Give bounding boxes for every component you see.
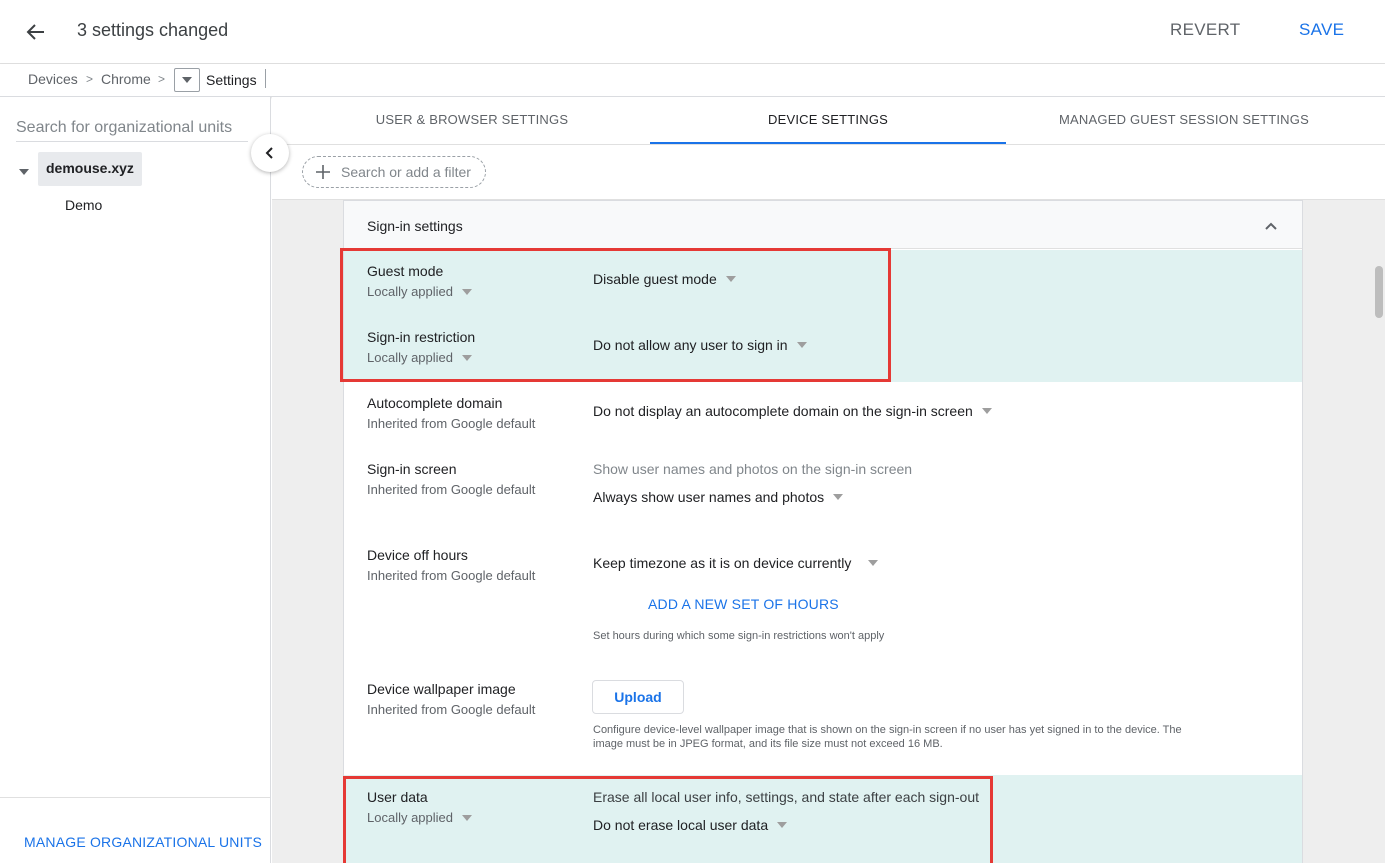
scrollbar-thumb[interactable]	[1375, 266, 1383, 318]
autocomplete-domain-select[interactable]: Do not display an autocomplete domain on…	[593, 403, 993, 419]
breadcrumb: Devices > Chrome > Settings	[0, 64, 1385, 97]
tab-user-browser-settings[interactable]: USER & BROWSER SETTINGS	[294, 97, 650, 144]
plus-icon	[316, 165, 330, 179]
timezone-select[interactable]: Keep timezone as it is on device current…	[593, 555, 879, 571]
autocomplete-domain-source: Inherited from Google default	[367, 416, 536, 431]
select-value: Keep timezone as it is on device current…	[593, 555, 852, 571]
breadcrumb-devices[interactable]: Devices	[28, 71, 78, 87]
dropdown-arrow-icon[interactable]	[175, 69, 199, 91]
org-unit-panel: demouse.xyz Demo MANAGE ORGANIZATIONAL U…	[0, 97, 271, 863]
breadcrumb-settings-select[interactable]: Settings	[174, 68, 266, 92]
signin-screen-source: Inherited from Google default	[367, 482, 536, 497]
signin-screen-label: Sign-in screen	[367, 461, 457, 477]
tab-managed-guest-session-settings[interactable]: MANAGED GUEST SESSION SETTINGS	[1006, 97, 1362, 144]
collapse-panel-button[interactable]	[251, 134, 289, 172]
org-unit-search-input[interactable]	[16, 119, 248, 142]
org-unit-root[interactable]: demouse.xyz	[38, 152, 142, 186]
left-footer: MANAGE ORGANIZATIONAL UNITS	[0, 797, 270, 863]
filter-placeholder: Search or add a filter	[341, 164, 471, 180]
device-off-hours-help: Set hours during which some sign-in rest…	[593, 630, 885, 642]
chevron-right-icon: >	[158, 72, 166, 86]
page-title: 3 settings changed	[77, 20, 229, 40]
settings-tabs: USER & BROWSER SETTINGS DEVICE SETTINGS …	[272, 97, 1385, 144]
wallpaper-label: Device wallpaper image	[367, 681, 516, 697]
dropdown-arrow-icon	[833, 494, 844, 500]
signin-screen-description: Show user names and photos on the sign-i…	[593, 461, 913, 477]
back-arrow-icon[interactable]	[22, 18, 50, 46]
breadcrumb-current: Settings	[198, 69, 266, 88]
section-title: Sign-in settings	[367, 218, 463, 234]
dropdown-arrow-icon	[868, 560, 879, 566]
add-hours-button[interactable]: ADD A NEW SET OF HOURS	[648, 596, 839, 612]
revert-button[interactable]: REVERT	[1170, 20, 1240, 40]
wallpaper-source: Inherited from Google default	[367, 702, 536, 717]
signin-screen-select[interactable]: Always show user names and photos	[593, 489, 844, 505]
card-header[interactable]: Sign-in settings	[344, 201, 1302, 249]
top-header: 3 settings changed REVERT SAVE	[0, 0, 1385, 64]
select-value: Always show user names and photos	[593, 489, 825, 505]
wallpaper-help-2: image must be in JPEG format, and its fi…	[593, 738, 943, 750]
dropdown-arrow-icon	[981, 408, 992, 414]
device-off-hours-source: Inherited from Google default	[367, 568, 536, 583]
upload-button[interactable]: Upload	[592, 680, 684, 714]
chevron-up-icon[interactable]	[1264, 221, 1278, 231]
chevron-left-icon	[265, 147, 273, 159]
filter-chip[interactable]: Search or add a filter	[302, 156, 486, 188]
breadcrumb-chrome[interactable]: Chrome	[101, 71, 151, 87]
select-value: Do not display an autocomplete domain on…	[593, 403, 973, 419]
manage-org-units-link[interactable]: MANAGE ORGANIZATIONAL UNITS	[24, 834, 262, 850]
chevron-right-icon: >	[86, 72, 94, 86]
filter-bar: Search or add a filter	[272, 144, 1385, 200]
annotation-box	[343, 776, 993, 863]
wallpaper-help-1: Configure device-level wallpaper image t…	[593, 724, 1182, 736]
autocomplete-domain-label: Autocomplete domain	[367, 395, 503, 411]
org-unit-child[interactable]: Demo	[65, 197, 102, 213]
tab-device-settings[interactable]: DEVICE SETTINGS	[650, 97, 1006, 144]
save-button[interactable]: SAVE	[1299, 20, 1344, 40]
annotation-box	[340, 248, 891, 382]
device-off-hours-label: Device off hours	[367, 547, 468, 563]
caret-down-icon[interactable]	[18, 165, 30, 177]
